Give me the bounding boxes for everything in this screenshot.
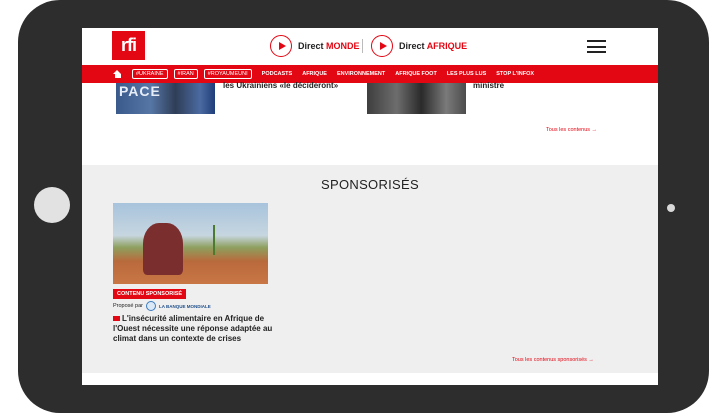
nav-link-environnement[interactable]: ENVIRONNEMENT (337, 71, 385, 77)
article-image-text: PACE (119, 83, 161, 99)
tablet-frame: rfi Direct MONDE Direct AFRIQUE #UKRAINE… (18, 0, 709, 413)
tablet-home-button[interactable] (34, 187, 70, 223)
nav-link-stop-infox[interactable]: STOP L'INFOX (496, 71, 534, 77)
browser-screen: rfi Direct MONDE Direct AFRIQUE #UKRAINE… (82, 28, 658, 385)
all-sponsored-link[interactable]: Tous les contenus sponsorisés → (512, 357, 594, 363)
nav-link-podcasts[interactable]: PODCASTS (262, 71, 293, 77)
sponsored-title: SPONSORISÉS (321, 177, 419, 192)
live-afrique-button[interactable]: Direct AFRIQUE (371, 35, 467, 57)
nav-link-afrique-foot[interactable]: AFRIQUE FOOT (395, 71, 437, 77)
live-monde-label: Direct MONDE (298, 41, 360, 51)
sponsored-headline: L'insécurité alimentaire en Afrique de l… (113, 314, 273, 343)
article-image[interactable]: PACE (116, 83, 215, 114)
live-afrique-label: Direct AFRIQUE (399, 41, 468, 51)
plant-figure (213, 225, 227, 255)
home-icon[interactable] (113, 70, 122, 78)
header-separator (362, 39, 363, 53)
sponsored-headline-link[interactable]: L'insécurité alimentaire en Afrique de l… (113, 314, 273, 344)
play-icon (270, 35, 292, 57)
sponsor-attribution: Proposé par LA BANQUE MONDIALE (113, 301, 211, 311)
hamburger-menu-icon[interactable] (587, 40, 606, 53)
play-icon (371, 35, 393, 57)
sponsor-name: LA BANQUE MONDIALE (158, 303, 211, 309)
world-bank-logo-icon (145, 301, 156, 311)
sponsored-article-image[interactable] (113, 203, 268, 284)
article-title[interactable]: les Ukrainiens «le décideront» (223, 81, 338, 90)
article-title[interactable]: ministre (473, 81, 504, 90)
all-content-link[interactable]: Tous les contenus → (546, 127, 597, 133)
nav-tag-ukraine[interactable]: #UKRAINE (132, 69, 168, 79)
proposed-by-label: Proposé par (113, 303, 143, 309)
farmer-figure (143, 223, 183, 275)
article-image[interactable] (367, 83, 466, 114)
tablet-camera (667, 204, 675, 212)
sponsored-badge: CONTENU SPONSORISÉ (113, 289, 187, 299)
nav-tag-iran[interactable]: #IRAN (173, 69, 198, 79)
sponsored-section: SPONSORISÉS CONTENU SPONSORISÉ Proposé p… (82, 165, 658, 373)
nav-link-afrique[interactable]: AFRIQUE (302, 71, 327, 77)
site-header: rfi Direct MONDE Direct AFRIQUE (82, 28, 658, 65)
live-monde-button[interactable]: Direct MONDE (270, 35, 360, 57)
nav-link-plus-lus[interactable]: LES PLUS LUS (447, 71, 486, 77)
main-nav: #UKRAINE #IRAN #ROYAUMEUNI PODCASTS AFRI… (82, 65, 658, 83)
nav-tag-royaumeuni[interactable]: #ROYAUMEUNI (203, 69, 252, 79)
video-icon (113, 316, 120, 321)
rfi-logo[interactable]: rfi (112, 31, 145, 60)
